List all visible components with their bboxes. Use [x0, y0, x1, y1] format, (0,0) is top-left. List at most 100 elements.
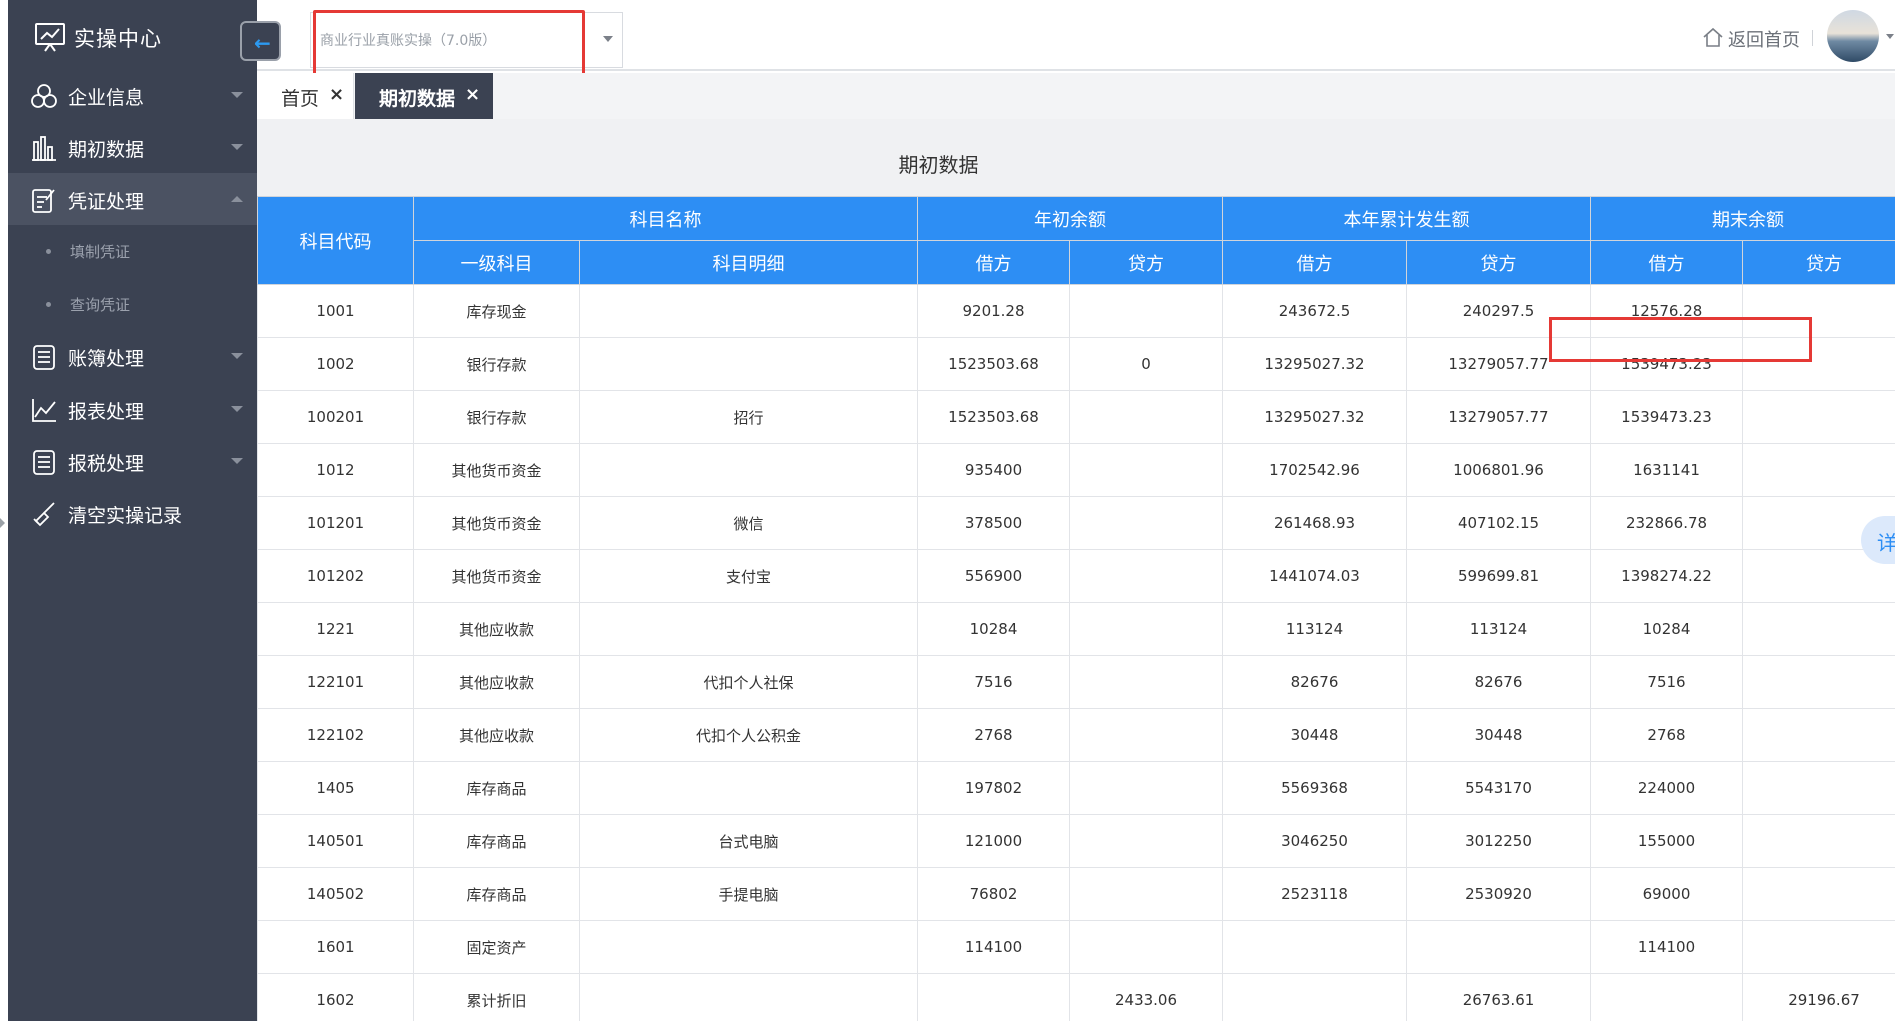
sidebar-item-tax[interactable]: 报税处理 [8, 435, 257, 487]
table-cell: 240297.5 [1406, 284, 1591, 338]
tabs-bar: 首页 × 期初数据 × [257, 73, 1895, 119]
table-cell [1742, 867, 1895, 921]
table-cell: 407102.15 [1406, 496, 1591, 550]
header-debit: 借方 [1222, 240, 1407, 285]
table-row[interactable]: 122101 其他应收款 代扣个人社保 7516 82676 82676 7516 [257, 655, 1895, 709]
table-cell: 7516 [917, 655, 1070, 709]
table-cell [579, 284, 918, 338]
table-cell: 5569368 [1222, 761, 1407, 815]
table-row[interactable]: 122102 其他应收款 代扣个人公积金 2768 30448 30448 2768 [257, 708, 1895, 762]
sidebar-item-voucher[interactable]: 凭证处理 [8, 173, 257, 225]
sidebar-item-opening-data[interactable]: 期初数据 [8, 121, 257, 173]
tab-opening-data[interactable]: 期初数据 × [355, 73, 493, 119]
table-cell: 101201 [257, 496, 414, 550]
table-cell: 2433.06 [1069, 973, 1223, 1021]
table-row[interactable]: 1405 库存商品 197802 5569368 5543170 224000 [257, 761, 1895, 815]
sidebar-subitem-label: 填制凭证 [70, 243, 131, 261]
sidebar-item-label: 账簿处理 [68, 348, 145, 370]
presentation-chart-icon [35, 23, 65, 52]
table-cell [1069, 761, 1223, 815]
close-icon[interactable]: × [329, 84, 344, 105]
table-row[interactable]: 1601 固定资产 114100 114100 [257, 920, 1895, 974]
table-cell [1069, 708, 1223, 762]
table-cell: 库存现金 [413, 284, 580, 338]
table-row[interactable]: 100201 银行存款 招行 1523503.68 13295027.32 1327905… [257, 390, 1895, 444]
floating-help-label: 详 [1877, 531, 1895, 555]
top-bar: 商业行业真账实操（7.0版） 返回首页 [257, 0, 1895, 76]
table-cell: 69000 [1590, 867, 1743, 921]
table-cell: 935400 [917, 443, 1070, 497]
table-cell: 银行存款 [413, 390, 580, 444]
avatar[interactable] [1827, 10, 1879, 62]
table-cell: 82676 [1222, 655, 1407, 709]
table-row[interactable]: 101202 其他货币资金 支付宝 556900 1441074.03 599699.81… [257, 549, 1895, 603]
table-cell: 140501 [257, 814, 414, 868]
sidebar-item-company-info[interactable]: 企业信息 [8, 69, 257, 121]
sidebar: 实操中心 企业信息 期初数据 凭证处理 填制凭证 查询凭证 账簿处理 报表处理 … [8, 0, 257, 1021]
table-row[interactable]: 1012 其他货币资金 935400 1702542.96 1006801.96 1631… [257, 443, 1895, 497]
sidebar-collapse-button[interactable]: ← [240, 21, 281, 61]
table-row[interactable]: 140501 库存商品 台式电脑 121000 3046250 3012250 155000 [257, 814, 1895, 868]
table-cell [1742, 920, 1895, 974]
table-cell: 1631141 [1590, 443, 1743, 497]
building-icon [31, 84, 57, 108]
table-cell [1222, 973, 1407, 1021]
sidebar-subitem-query-voucher[interactable]: 查询凭证 [8, 278, 257, 330]
sidebar-subitem-create-voucher[interactable]: 填制凭证 [8, 225, 257, 277]
table-cell [1069, 814, 1223, 868]
table-cell [1742, 443, 1895, 497]
table-cell: 1012 [257, 443, 414, 497]
sidebar-item-ledger[interactable]: 账簿处理 [8, 330, 257, 382]
sidebar-brand[interactable]: 实操中心 [8, 0, 257, 76]
return-home-label: 返回首页 [1728, 30, 1800, 51]
home-icon [1703, 27, 1723, 47]
tab-home[interactable]: 首页 × [257, 73, 354, 119]
table-cell: 30448 [1406, 708, 1591, 762]
chevron-down-icon [231, 144, 243, 150]
chevron-up-icon [231, 196, 243, 202]
header-closing-balance: 期末余额 [1590, 196, 1895, 241]
close-icon[interactable]: × [465, 84, 480, 105]
table-cell [579, 443, 918, 497]
expand-arrow-icon[interactable] [0, 518, 5, 528]
table-row[interactable]: 1221 其他应收款 10284 113124 113124 10284 [257, 602, 1895, 656]
header-credit: 贷方 [1406, 240, 1591, 285]
table-body: 1001 库存现金 9201.28 243672.5 240297.5 12576.28 1… [257, 284, 1895, 1021]
sidebar-item-label: 期初数据 [68, 139, 145, 161]
table-cell: 1702542.96 [1222, 443, 1407, 497]
table-cell: 1405 [257, 761, 414, 815]
table-cell [1069, 655, 1223, 709]
table-cell: 0 [1069, 337, 1223, 391]
window-edge [0, 0, 8, 1021]
table-row[interactable]: 140502 库存商品 手提电脑 76802 2523118 2530920 69000 [257, 867, 1895, 921]
sidebar-item-clear-records[interactable]: 清空实操记录 [8, 487, 257, 539]
ledger-icon [33, 345, 55, 370]
table-cell: 30448 [1222, 708, 1407, 762]
table-cell [1742, 602, 1895, 656]
course-select-value: 商业行业真账实操（7.0版） [320, 33, 497, 49]
table-row[interactable]: 1001 库存现金 9201.28 243672.5 240297.5 12576.28 [257, 284, 1895, 338]
table-cell: 378500 [917, 496, 1070, 550]
document-edit-icon [32, 189, 55, 213]
page-heading: 期初数据 [257, 119, 1895, 196]
table-cell: 其他货币资金 [413, 496, 580, 550]
table-row[interactable]: 1002 银行存款 1523503.68 0 13295027.32 13279057.7… [257, 337, 1895, 391]
table-cell: 2768 [917, 708, 1070, 762]
chevron-down-icon[interactable] [1886, 34, 1894, 39]
table-cell [579, 602, 918, 656]
chevron-down-icon [231, 406, 243, 412]
chevron-down-icon [603, 36, 613, 42]
table-row[interactable]: 1602 累计折旧 2433.06 26763.61 29196.67 [257, 973, 1895, 1021]
sidebar-item-reports[interactable]: 报表处理 [8, 383, 257, 435]
tax-icon [33, 450, 55, 475]
table-cell [579, 337, 918, 391]
sidebar-brand-label: 实操中心 [74, 27, 162, 51]
table-cell: 9201.28 [917, 284, 1070, 338]
table-row[interactable]: 101201 其他货币资金 微信 378500 261468.93 407102.15 23… [257, 496, 1895, 550]
table-cell: 3046250 [1222, 814, 1407, 868]
table-cell [1069, 867, 1223, 921]
table-cell: 13295027.32 [1222, 390, 1407, 444]
table-cell: 1523503.68 [917, 390, 1070, 444]
course-select[interactable]: 商业行业真账实操（7.0版） [310, 12, 623, 68]
table-cell: 2768 [1590, 708, 1743, 762]
